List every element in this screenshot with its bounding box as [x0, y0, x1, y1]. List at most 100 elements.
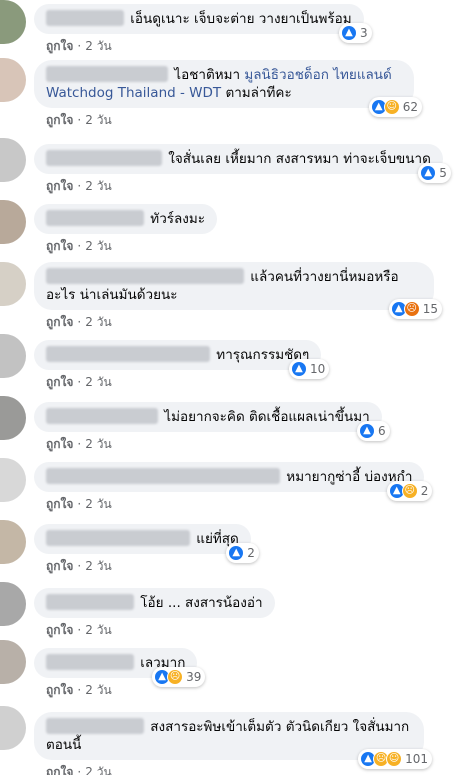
timestamp[interactable]: 2 วัน	[85, 765, 111, 775]
comment-actions: ถูกใจ · 2 วัน	[46, 315, 112, 329]
thumbs-up-icon: ▲	[228, 545, 245, 561]
avatar[interactable]	[0, 396, 26, 440]
like-button[interactable]: ถูกใจ	[46, 497, 73, 511]
reaction-summary[interactable]: ▲ ☹ ☺ 101	[358, 749, 432, 769]
comment-actions: ถูกใจ · 2 วัน	[46, 239, 112, 253]
comment: ไอชาติหมา มูลนิธิวอชด็อก ไทยแลนด์ Watchd…	[34, 60, 422, 130]
like-button[interactable]: ถูกใจ	[46, 113, 73, 127]
like-button[interactable]: ถูกใจ	[46, 765, 73, 775]
comment-bubble: หมายากูซ่าอี้ บ่องหุกำ ▲ ☹ 2	[34, 462, 433, 501]
reaction-count: 101	[405, 752, 428, 766]
reaction-count: 10	[310, 362, 326, 376]
timestamp[interactable]: 2 วัน	[85, 113, 111, 127]
comment-bubble: ไม่อยากจะคิด ติดเชื้อแผลเน่าขึ้นมา ▲ 6	[34, 402, 390, 441]
avatar[interactable]	[0, 582, 26, 626]
author-name-redacted[interactable]	[46, 594, 134, 610]
thumbs-up-icon: ▲	[359, 423, 376, 439]
like-button[interactable]: ถูกใจ	[46, 179, 73, 193]
comment-actions: ถูกใจ · 2 วัน	[46, 623, 112, 637]
reaction-summary[interactable]: ▲ ☹ 15	[388, 299, 442, 319]
comment: ทารุณกรรมชัดๆ ▲ 10 ถูกใจ · 2 วัน	[34, 340, 330, 392]
like-button[interactable]: ถูกใจ	[46, 559, 73, 573]
avatar-strip	[0, 0, 26, 775]
like-button[interactable]: ถูกใจ	[46, 683, 73, 697]
comment-bubble: ใจสั่นเลย เหี้ยมาก สงสารหมา ท่าจะเจ็บขนา…	[34, 144, 451, 183]
comment: เอ็นดูเนาะ เจ็บจะต่าย วางยาเป็นพร้อม ▲ 3…	[34, 4, 372, 56]
reaction-count: 62	[402, 100, 418, 114]
reaction-summary[interactable]: ▲ ☹ 39	[152, 667, 206, 687]
like-button[interactable]: ถูกใจ	[46, 39, 73, 53]
author-name-redacted[interactable]	[46, 210, 144, 226]
timestamp[interactable]: 2 วัน	[85, 437, 111, 451]
timestamp[interactable]: 2 วัน	[85, 239, 111, 253]
timestamp[interactable]: 2 วัน	[85, 315, 111, 329]
author-name-redacted[interactable]	[46, 66, 168, 82]
author-name-redacted[interactable]	[46, 346, 210, 362]
like-button[interactable]: ถูกใจ	[46, 315, 73, 329]
avatar[interactable]	[0, 200, 26, 244]
comment: เลวมาก ▲ ☹ 39 ถูกใจ · 2 วัน	[34, 648, 206, 700]
comment-actions: ถูกใจ · 2 วัน	[46, 113, 112, 127]
author-name-redacted[interactable]	[46, 718, 144, 734]
comment-actions: ถูกใจ · 2 วัน	[46, 497, 112, 511]
thumbs-up-icon: ▲	[420, 165, 437, 181]
thumbs-up-icon: ▲	[340, 25, 357, 41]
timestamp[interactable]: 2 วัน	[85, 623, 111, 637]
like-button[interactable]: ถูกใจ	[46, 239, 73, 253]
like-button[interactable]: ถูกใจ	[46, 437, 73, 451]
comment: สงสารอะพิษเข้าเต็มตัว ตัวนิดเกียว ใจสั่น…	[34, 712, 432, 775]
reaction-summary[interactable]: ▲ 3	[338, 23, 372, 43]
avatar[interactable]	[0, 58, 26, 102]
author-name-redacted[interactable]	[46, 268, 244, 284]
reaction-summary[interactable]: ▲ 2	[226, 543, 259, 563]
avatar[interactable]	[0, 138, 26, 182]
comment-bubble: เลวมาก ▲ ☹ 39	[34, 648, 206, 687]
avatar[interactable]	[0, 458, 26, 502]
reaction-count: 3	[359, 26, 368, 40]
timestamp[interactable]: 2 วัน	[85, 683, 111, 697]
avatar[interactable]	[0, 706, 26, 750]
reaction-summary[interactable]: ▲ ☹ 2	[386, 481, 433, 501]
timestamp[interactable]: 2 วัน	[85, 559, 111, 573]
author-name-redacted[interactable]	[46, 10, 124, 26]
haha-icon: ☺	[386, 751, 403, 767]
comment-bubble: ทารุณกรรมชัดๆ ▲ 10	[34, 340, 330, 379]
comment-actions: ถูกใจ · 2 วัน	[46, 437, 112, 451]
comment-bubble: แล้วคนที่วางยานี่หมอหรืออะไร น่าเล่นมันด…	[34, 262, 442, 319]
like-button[interactable]: ถูกใจ	[46, 623, 73, 637]
avatar[interactable]	[0, 640, 26, 684]
comment-bubble: โอ้ย ... สงสารน้องอ่า	[34, 588, 275, 618]
reaction-count: 6	[378, 424, 386, 438]
timestamp[interactable]: 2 วัน	[85, 375, 111, 389]
avatar[interactable]	[0, 262, 26, 306]
comment: ไม่อยากจะคิด ติดเชื้อแผลเน่าขึ้นมา ▲ 6 ถ…	[34, 402, 390, 454]
timestamp[interactable]: 2 วัน	[85, 39, 111, 53]
avatar[interactable]	[0, 334, 26, 378]
comment-bubble: เอ็นดูเนาะ เจ็บจะต่าย วางยาเป็นพร้อม ▲ 3	[34, 4, 372, 43]
avatar[interactable]	[0, 0, 26, 44]
reaction-summary[interactable]: ▲ 6	[357, 421, 390, 441]
author-name-redacted[interactable]	[46, 654, 134, 670]
thumbs-up-icon: ▲	[291, 361, 308, 377]
author-name-redacted[interactable]	[46, 468, 280, 484]
reaction-summary[interactable]: ▲ ☺ 62	[368, 97, 422, 117]
comment: หมายากูซ่าอี้ บ่องหุกำ ▲ ☹ 2 ถูกใจ · 2 วัน	[34, 462, 433, 514]
comment-text: ไม่อยากจะคิด ติดเชื้อแผลเน่าขึ้นมา	[164, 409, 370, 425]
like-button[interactable]: ถูกใจ	[46, 375, 73, 389]
timestamp[interactable]: 2 วัน	[85, 497, 111, 511]
comment-text: ใจสั่นเลย เหี้ยมาก สงสารหมา ท่าจะเจ็บขนา…	[168, 151, 431, 167]
author-name-redacted[interactable]	[46, 150, 162, 166]
reaction-summary[interactable]: ▲ 10	[289, 359, 330, 379]
comment-text: ไอชาติหมา	[174, 67, 241, 83]
comment: ใจสั่นเลย เหี้ยมาก สงสารหมา ท่าจะเจ็บขนา…	[34, 144, 451, 196]
comment-actions: ถูกใจ · 2 วัน	[46, 179, 112, 193]
comment: แล้วคนที่วางยานี่หมอหรืออะไร น่าเล่นมันด…	[34, 262, 442, 332]
reaction-summary[interactable]: ▲ 5	[418, 163, 451, 183]
avatar[interactable]	[0, 520, 26, 564]
comment-actions: ถูกใจ · 2 วัน	[46, 39, 112, 53]
author-name-redacted[interactable]	[46, 408, 158, 424]
comment: ทัวร์ลงมะ ถูกใจ · 2 วัน	[34, 204, 218, 256]
comment-bubble: สงสารอะพิษเข้าเต็มตัว ตัวนิดเกียว ใจสั่น…	[34, 712, 432, 769]
author-name-redacted[interactable]	[46, 530, 190, 546]
timestamp[interactable]: 2 วัน	[85, 179, 111, 193]
